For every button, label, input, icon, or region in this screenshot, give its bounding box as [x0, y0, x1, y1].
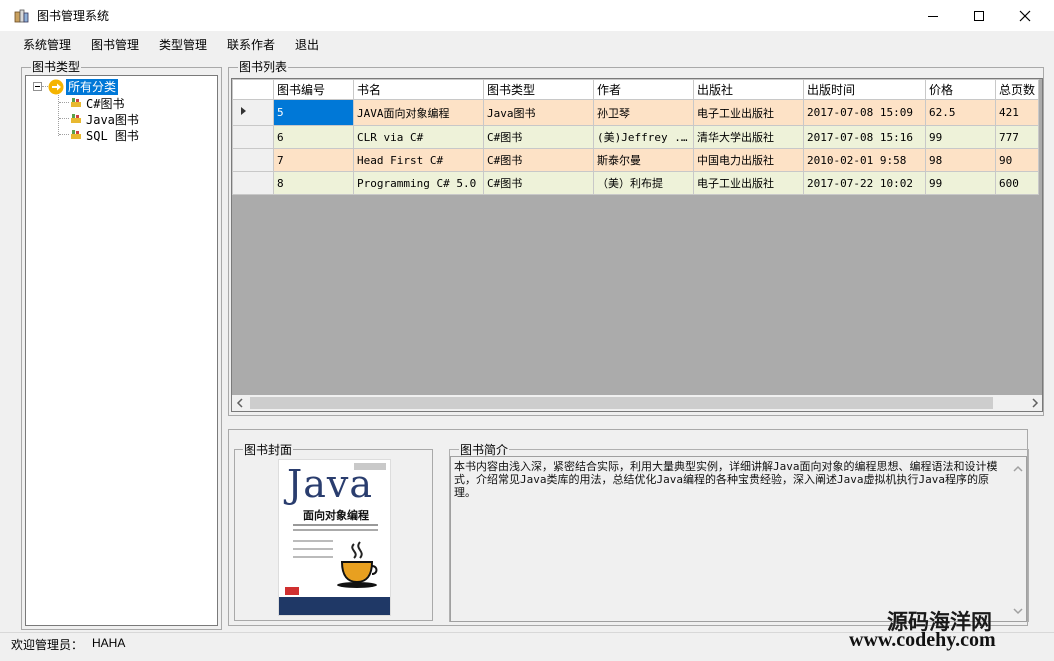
grid-cell[interactable]: C#图书 — [483, 171, 594, 195]
menu-books[interactable]: 图书管理 — [91, 36, 139, 53]
column-header[interactable]: 图书类型 — [483, 79, 594, 100]
tree-node-root[interactable]: 所有分类 — [66, 79, 119, 95]
table-row[interactable]: 6 CLR via C# C#图书 (美)Jeffrey ... 清华大学出版社… — [232, 125, 1039, 149]
row-header[interactable] — [232, 148, 274, 172]
grid-cell[interactable]: 中国电力出版社 — [693, 148, 804, 172]
grid-cell[interactable]: Programming C# 5.0 — [353, 171, 484, 195]
vertical-scrollbar[interactable] — [1009, 458, 1026, 620]
grid-cell[interactable]: C#图书 — [483, 125, 594, 149]
tree-node-csharp[interactable]: C#图书 — [86, 95, 124, 112]
grid-cell[interactable]: 6 — [273, 125, 354, 149]
window-title: 图书管理系统 — [37, 9, 110, 23]
column-header[interactable]: 图书编号 — [273, 79, 354, 100]
menu-contact-author[interactable]: 联系作者 — [227, 36, 275, 53]
row-header[interactable] — [232, 171, 274, 195]
app-icon — [13, 7, 31, 25]
types-group-title: 图书类型 — [31, 60, 82, 74]
grid-cell[interactable]: 421 — [995, 99, 1039, 126]
maximize-icon — [974, 10, 984, 21]
tree-collapse-toggle[interactable] — [33, 82, 42, 91]
grid-cell[interactable]: (美)Jeffrey ... — [593, 125, 694, 149]
type-tree[interactable] — [25, 75, 218, 626]
grid-cell[interactable]: 斯泰尔曼 — [593, 148, 694, 172]
book-grid[interactable]: 图书编号 书名 图书类型 作者 出版社 出版时间 价格 总页数 5 JAVA面向… — [231, 78, 1043, 412]
close-icon — [1019, 10, 1031, 21]
tree-node-java[interactable]: Java图书 — [86, 111, 139, 128]
grid-header-row: 图书编号 书名 图书类型 作者 出版社 出版时间 价格 总页数 — [232, 79, 1039, 100]
grid-cell[interactable]: 8 — [273, 171, 354, 195]
column-header[interactable]: 价格 — [925, 79, 996, 100]
grid-cell[interactable]: Head First C# — [353, 148, 484, 172]
grid-cell[interactable]: 98 — [925, 148, 996, 172]
scroll-down-icon[interactable] — [1012, 604, 1024, 618]
menu-types[interactable]: 类型管理 — [159, 36, 207, 53]
grid-cell[interactable]: 62.5 — [925, 99, 996, 126]
menu-exit[interactable]: 退出 — [295, 36, 319, 53]
grid-cell[interactable]: （美）利布提 — [593, 171, 694, 195]
booklist-group-title: 图书列表 — [238, 60, 289, 74]
column-header[interactable]: 作者 — [593, 79, 694, 100]
watermark-url: www.codehy.com — [849, 629, 996, 651]
status-welcome-label: 欢迎管理员： — [11, 638, 84, 652]
grid-cell[interactable]: Java图书 — [483, 99, 594, 126]
category-icon — [70, 129, 82, 143]
column-header[interactable]: 出版社 — [693, 79, 804, 100]
coffee-cup-icon — [337, 541, 378, 588]
scroll-up-icon[interactable] — [1012, 462, 1024, 476]
grid-cell[interactable]: 777 — [995, 125, 1039, 149]
grid-cell[interactable]: JAVA面向对象编程 — [353, 99, 484, 126]
title-bar — [0, 0, 1054, 31]
grid-cell[interactable]: 2010-02-01 9:58 — [803, 148, 926, 172]
cover-subtitle: 面向对象编程 — [303, 509, 369, 522]
minimize-button[interactable] — [910, 0, 956, 31]
grid-cell[interactable]: CLR via C# — [353, 125, 484, 149]
grid-cell[interactable]: 2017-07-08 15:09 — [803, 99, 926, 126]
cover-group-title: 图书封面 — [243, 443, 294, 457]
grid-cell[interactable]: C#图书 — [483, 148, 594, 172]
tree-node-sql[interactable]: SQL 图书 — [86, 127, 139, 144]
row-header[interactable] — [232, 125, 274, 149]
tree-connector — [59, 118, 69, 119]
current-row-arrow-icon — [241, 107, 246, 115]
grid-cell[interactable]: 清华大学出版社 — [693, 125, 804, 149]
row-header-corner — [232, 79, 274, 100]
grid-cell[interactable]: 99 — [925, 171, 996, 195]
minimize-icon — [928, 15, 938, 17]
close-button[interactable] — [1002, 0, 1048, 31]
intro-group-title: 图书简介 — [459, 443, 510, 457]
grid-cell[interactable]: 电子工业出版社 — [693, 171, 804, 195]
grid-cell[interactable]: 7 — [273, 148, 354, 172]
table-row[interactable]: 8 Programming C# 5.0 C#图书 （美）利布提 电子工业出版社… — [232, 171, 1039, 195]
arrow-right-icon — [48, 79, 64, 98]
category-icon — [70, 97, 82, 111]
menu-system[interactable]: 系统管理 — [23, 36, 71, 53]
grid-cell[interactable]: 90 — [995, 148, 1039, 172]
book-cover-image: Java 面向对象编程 — [278, 459, 391, 616]
column-header[interactable]: 书名 — [353, 79, 484, 100]
grid-cell[interactable]: 5 — [273, 99, 354, 126]
grid-cell[interactable]: 99 — [925, 125, 996, 149]
maximize-button[interactable] — [956, 0, 1002, 31]
intro-text: 本书内容由浅入深，紧密结合实际，利用大量典型实例，详细讲解Java面向对象的编程… — [454, 460, 998, 499]
grid-cell[interactable]: 2017-07-22 10:02 — [803, 171, 926, 195]
column-header[interactable]: 总页数 — [995, 79, 1039, 100]
scroll-left-icon[interactable] — [236, 397, 244, 412]
table-row[interactable]: 5 JAVA面向对象编程 Java图书 孙卫琴 电子工业出版社 2017-07-… — [232, 99, 1039, 126]
scroll-right-icon[interactable] — [1031, 397, 1039, 412]
status-username: HAHA — [92, 636, 126, 650]
grid-cell[interactable]: 孙卫琴 — [593, 99, 694, 126]
scrollbar-thumb[interactable] — [250, 397, 993, 409]
grid-cell[interactable]: 电子工业出版社 — [693, 99, 804, 126]
grid-cell[interactable]: 600 — [995, 171, 1039, 195]
category-icon — [70, 113, 82, 127]
row-header[interactable] — [232, 99, 274, 126]
table-row[interactable]: 7 Head First C# C#图书 斯泰尔曼 中国电力出版社 2010-0… — [232, 148, 1039, 172]
cover-title: Java — [287, 462, 374, 506]
grid-cell[interactable]: 2017-07-08 15:16 — [803, 125, 926, 149]
tree-connector — [59, 102, 69, 103]
column-header[interactable]: 出版时间 — [803, 79, 926, 100]
tree-connector — [58, 93, 59, 136]
tree-connector — [59, 134, 69, 135]
